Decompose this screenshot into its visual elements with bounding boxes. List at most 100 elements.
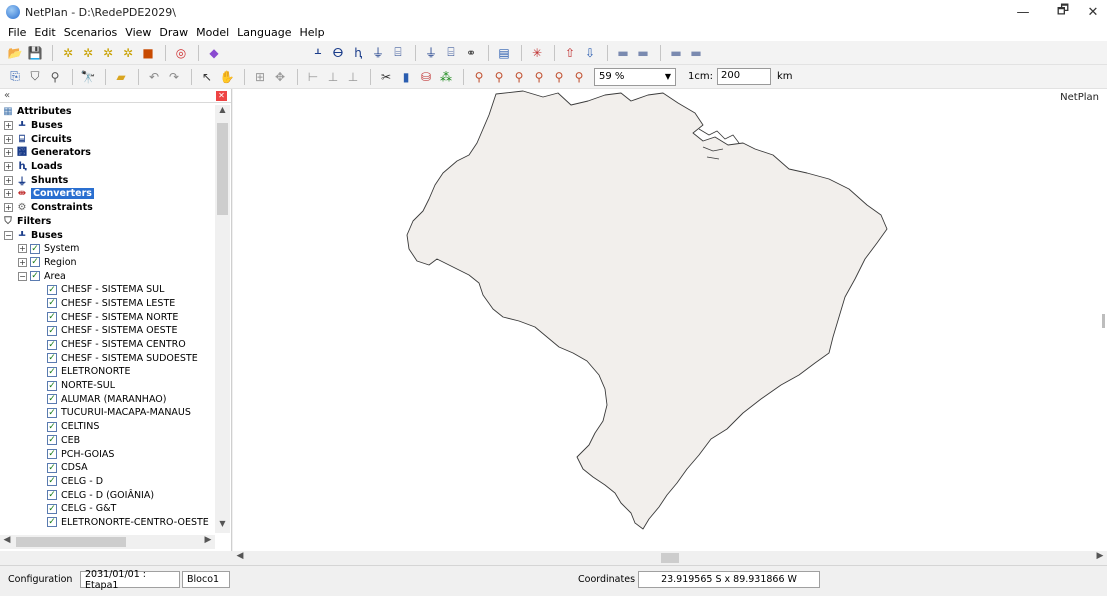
menu-scenarios[interactable]: Scenarios: [60, 26, 122, 39]
map-resize-handle[interactable]: [1102, 314, 1105, 328]
menu-help[interactable]: Help: [295, 26, 328, 39]
area-item-checkbox[interactable]: ✓: [47, 353, 57, 364]
panel-horizontal-scrollbar[interactable]: ◀ ▶: [0, 535, 215, 549]
scroll-left-icon[interactable]: ◀: [233, 551, 247, 565]
area-item-checkbox[interactable]: ✓: [47, 421, 57, 432]
expand-icon[interactable]: +: [18, 244, 27, 254]
folder-icon[interactable]: ▰: [112, 68, 130, 86]
collapse-icon[interactable]: −: [18, 271, 27, 281]
layer-icon[interactable]: ▬: [667, 44, 685, 62]
zoom-select[interactable]: 59 % ▼: [594, 67, 676, 86]
tree-attr-generators[interactable]: + ⴩ Generators: [0, 146, 215, 160]
link-icon[interactable]: ⚭: [462, 44, 480, 62]
area-item-checkbox[interactable]: ✓: [47, 517, 57, 528]
network-icon[interactable]: ✳: [528, 44, 546, 62]
move-icon[interactable]: ✥: [271, 68, 289, 86]
copy-icon[interactable]: ⎘: [6, 68, 24, 86]
area-item-checkbox[interactable]: ✓: [47, 490, 57, 501]
region-checkbox[interactable]: ✓: [30, 257, 40, 268]
color-fill-icon[interactable]: ▬: [614, 44, 632, 62]
tree-area-item[interactable]: ✓ ELETRONORTE: [0, 365, 215, 379]
scroll-left-icon[interactable]: ◀: [0, 535, 14, 549]
expand-icon[interactable]: +: [4, 175, 13, 185]
tree-area-item[interactable]: ✓ ALUMAR (MARANHAO): [0, 392, 215, 406]
tree-area-item[interactable]: ✓ PCH-GOIAS: [0, 447, 215, 461]
tree-filter-buses[interactable]: − ᚆ Buses: [0, 228, 215, 242]
align-center-icon[interactable]: ⊥: [344, 68, 362, 86]
redo-icon[interactable]: ↷: [165, 68, 183, 86]
area-item-checkbox[interactable]: ✓: [47, 476, 57, 487]
tree-area-item[interactable]: ✓ CHESF - SISTEMA SUL: [0, 283, 215, 297]
expand-icon[interactable]: +: [4, 121, 13, 131]
menu-language[interactable]: Language: [233, 26, 295, 39]
color-line-icon[interactable]: ▬: [634, 44, 652, 62]
tree-area-item[interactable]: ✓ CEB: [0, 434, 215, 448]
tree-area-item[interactable]: ✓ CHESF - SISTEMA CENTRO: [0, 338, 215, 352]
map-horizontal-scrollbar[interactable]: ◀ ▶: [233, 551, 1107, 565]
transformer-menu-icon[interactable]: ⌸: [442, 44, 460, 62]
area-item-checkbox[interactable]: ✓: [47, 325, 57, 336]
tree-area-item[interactable]: ✓ CHESF - SISTEMA SUDOESTE: [0, 351, 215, 365]
database-icon[interactable]: ⛁: [417, 68, 435, 86]
area-item-checkbox[interactable]: ✓: [47, 284, 57, 295]
menu-model[interactable]: Model: [192, 26, 233, 39]
menu-file[interactable]: File: [4, 26, 30, 39]
expand-icon[interactable]: +: [18, 257, 27, 267]
eraser-icon[interactable]: ◆: [205, 44, 223, 62]
align-bottom-icon[interactable]: ⊥: [324, 68, 342, 86]
cut-icon[interactable]: ✂: [377, 68, 395, 86]
target-icon[interactable]: ◎: [172, 44, 190, 62]
filter-icon[interactable]: ⛉: [26, 68, 44, 86]
scenario-icon[interactable]: ✲: [59, 44, 77, 62]
pointer-icon[interactable]: ↖: [198, 68, 216, 86]
scroll-down-icon[interactable]: ▼: [215, 519, 230, 533]
area-item-checkbox[interactable]: ✓: [47, 298, 57, 309]
scale-input[interactable]: 200: [716, 68, 771, 85]
minimize-button[interactable]: —: [1003, 0, 1043, 24]
expand-icon[interactable]: +: [4, 134, 13, 144]
tree-area-item[interactable]: ✓ CHESF - SISTEMA NORTE: [0, 310, 215, 324]
shunt-draw-icon[interactable]: ⏚: [369, 44, 387, 62]
tree-attributes[interactable]: ▦ Attributes: [0, 105, 215, 119]
generator-draw-icon[interactable]: ⴱ: [329, 44, 347, 62]
tree-icon[interactable]: ⁂: [437, 68, 455, 86]
close-panel-icon[interactable]: ✕: [216, 90, 227, 101]
close-button[interactable]: ✕: [1073, 0, 1107, 24]
filter-clear-icon[interactable]: ⚲: [46, 68, 64, 86]
bus-draw-icon[interactable]: ᚆ: [309, 44, 327, 62]
bar-icon[interactable]: ▮: [397, 68, 415, 86]
zoom-in-icon[interactable]: ⚲: [470, 68, 488, 86]
scenario-delete-icon[interactable]: ✲: [119, 44, 137, 62]
expand-icon[interactable]: +: [4, 189, 13, 199]
table-icon[interactable]: ▤: [495, 44, 513, 62]
scroll-right-icon[interactable]: ▶: [1093, 551, 1107, 565]
zoom-prev-icon[interactable]: ⚲: [550, 68, 568, 86]
undo-icon[interactable]: ↶: [145, 68, 163, 86]
grid-icon[interactable]: ⊞: [251, 68, 269, 86]
pan-hand-icon[interactable]: ✋: [218, 68, 236, 86]
expand-icon[interactable]: +: [4, 203, 13, 213]
tree-attr-loads[interactable]: + ⱨ Loads: [0, 160, 215, 174]
menu-edit[interactable]: Edit: [30, 26, 59, 39]
map-canvas[interactable]: NetPlan: [233, 89, 1107, 551]
shunt-menu-icon[interactable]: ⏚: [422, 44, 440, 62]
import-icon[interactable]: ⇩: [581, 44, 599, 62]
layer-menu-icon[interactable]: ▬: [687, 44, 705, 62]
zoom-window-icon[interactable]: ⚲: [510, 68, 528, 86]
tree-area-item[interactable]: ✓ CELTINS: [0, 420, 215, 434]
scenario-copy-icon[interactable]: ✲: [99, 44, 117, 62]
tree-attr-shunts[interactable]: + ⏚ Shunts: [0, 173, 215, 188]
tree-area-item[interactable]: ✓ ELETRONORTE-CENTRO-OESTE: [0, 516, 215, 530]
scenario-add-icon[interactable]: ✲: [79, 44, 97, 62]
save-icon[interactable]: 💾: [26, 44, 44, 62]
tree-filters[interactable]: ⛉ Filters: [0, 215, 215, 229]
scroll-thumb[interactable]: [16, 537, 126, 547]
area-item-checkbox[interactable]: ✓: [47, 366, 57, 377]
tree-region[interactable]: + ✓ Region: [0, 256, 215, 270]
area-item-checkbox[interactable]: ✓: [47, 380, 57, 391]
collapse-icon[interactable]: −: [4, 230, 13, 240]
area-item-checkbox[interactable]: ✓: [47, 339, 57, 350]
find-icon[interactable]: 🔭: [79, 68, 97, 86]
tree-attr-buses[interactable]: + ᚆ Buses: [0, 119, 215, 133]
menu-view[interactable]: View: [121, 26, 155, 39]
